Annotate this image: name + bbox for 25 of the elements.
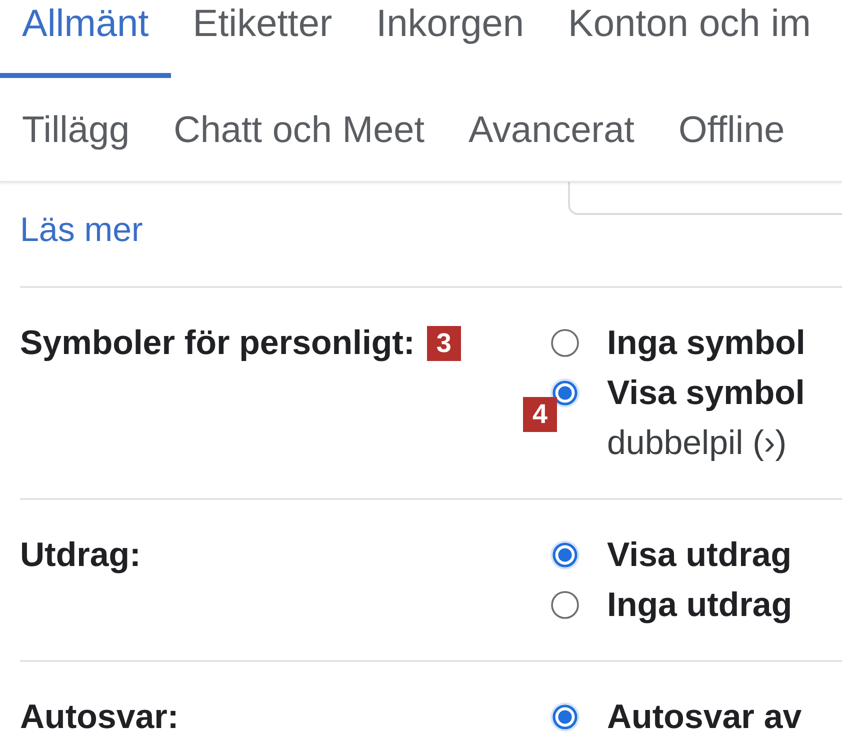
tab[interactable]: Etiketter xyxy=(170,0,354,78)
tab[interactable]: Offline xyxy=(656,78,807,181)
option-label: Autosvar av xyxy=(607,698,802,736)
annotation-badge: 3 xyxy=(426,326,461,360)
learn-more-link[interactable]: Läs mer xyxy=(20,205,143,255)
setting-label: Autosvar: xyxy=(20,698,179,736)
tab[interactable]: Avancerat xyxy=(446,78,656,181)
tab[interactable]: Allmänt xyxy=(0,0,171,78)
option-label: Inga utdrag xyxy=(607,586,792,624)
setting-label: Symboler för personligt: xyxy=(20,324,415,362)
option-description: dubbelpil (›) xyxy=(606,423,788,464)
tab[interactable]: Chatt och Meet xyxy=(152,78,447,181)
tab[interactable]: Inkorgen xyxy=(354,0,546,78)
annotation-badge: 4 xyxy=(523,397,557,432)
radio-button[interactable] xyxy=(550,590,580,620)
tab[interactable]: Tillägg xyxy=(0,78,152,181)
radio-button[interactable] xyxy=(550,702,580,732)
tab[interactable]: Konton och im xyxy=(546,0,833,78)
radio-button[interactable] xyxy=(550,328,580,358)
setting-label: Utdrag: xyxy=(20,536,141,574)
option-label: Visa symbol xyxy=(607,374,805,412)
radio-button[interactable] xyxy=(550,378,580,408)
option-label: Inga symbol xyxy=(607,324,806,362)
radio-button[interactable] xyxy=(550,540,580,570)
option-label: Visa utdrag xyxy=(607,536,792,574)
